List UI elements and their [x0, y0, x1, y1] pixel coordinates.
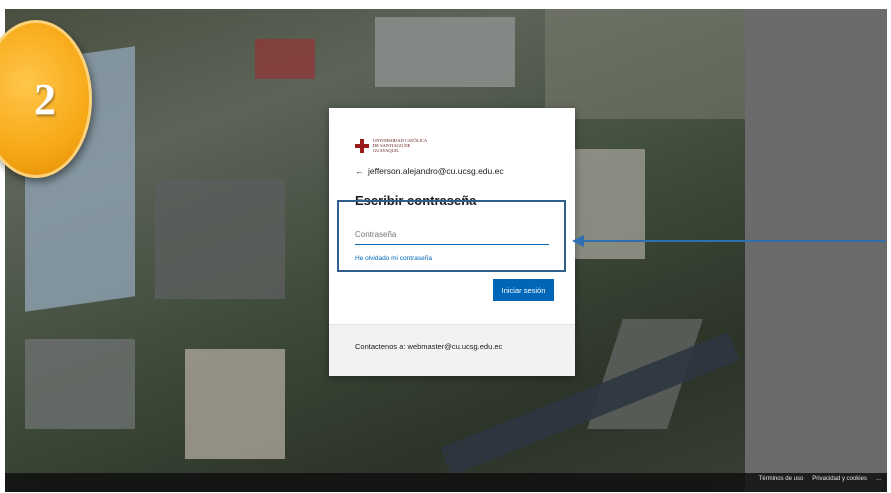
- terms-link[interactable]: Términos de uso: [759, 476, 804, 482]
- side-gray-panel: [745, 9, 887, 492]
- account-email: jefferson.alejandro@cu.ucsg.edu.ec: [368, 166, 504, 176]
- footer-links: Términos de uso Privacidad y cookies ...: [759, 476, 881, 482]
- privacy-link[interactable]: Privacidad y cookies: [812, 476, 867, 482]
- contact-section: Contactenos a: webmaster@cu.ucsg.edu.ec: [329, 324, 575, 376]
- more-options-link[interactable]: ...: [876, 476, 881, 482]
- logo-text: UNIVERSIDAD CATÓLICA DE SANTIAGO DE GUAY…: [373, 138, 427, 153]
- annotation-arrow-line: [583, 240, 885, 242]
- university-logo: UNIVERSIDAD CATÓLICA DE SANTIAGO DE GUAY…: [355, 138, 433, 153]
- annotation-arrow-icon: [572, 235, 584, 247]
- contact-text: Contactenos a: webmaster@cu.ucsg.edu.ec: [355, 342, 503, 351]
- cross-logo-icon: [355, 138, 369, 153]
- annotation-highlight-box: [337, 200, 566, 272]
- footer-bar: [5, 473, 887, 492]
- signin-button[interactable]: Iniciar sesión: [493, 279, 554, 301]
- account-row: ← jefferson.alejandro@cu.ucsg.edu.ec: [355, 166, 504, 176]
- back-arrow-icon[interactable]: ←: [355, 166, 364, 176]
- step-number: 2: [34, 74, 56, 124]
